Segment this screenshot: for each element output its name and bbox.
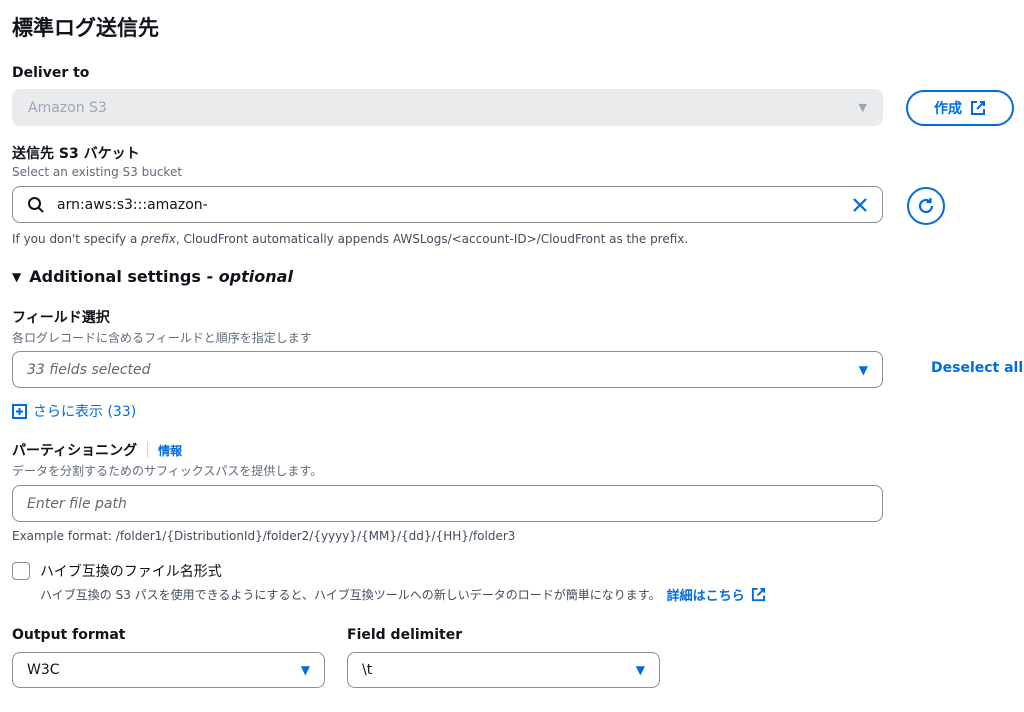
partition-label: パーティショニング bbox=[12, 443, 138, 459]
learn-more-link[interactable]: 詳細はこちら bbox=[667, 585, 745, 604]
caret-down-icon: ▼ bbox=[858, 101, 867, 114]
clear-icon[interactable] bbox=[852, 197, 868, 213]
hive-label: ハイブ互換のファイル名形式 bbox=[40, 564, 222, 580]
divider bbox=[147, 442, 149, 458]
field-delimiter-label: Field delimiter bbox=[347, 627, 463, 643]
bucket-search-input[interactable]: arn:aws:s3:::amazon- bbox=[12, 186, 883, 223]
caret-down-icon: ▼ bbox=[635, 663, 645, 677]
expand-plus-icon bbox=[12, 403, 27, 419]
external-link-icon bbox=[971, 101, 985, 115]
partition-description: データを分割するためのサフィックスパスを提供します。 bbox=[12, 464, 323, 478]
field-delimiter-select[interactable]: \t ▼ bbox=[347, 652, 660, 688]
deliver-to-select: Amazon S3 ▼ bbox=[12, 89, 883, 126]
deliver-to-label: Deliver to bbox=[12, 65, 90, 81]
hive-description-row: ハイブ互換の S3 パスを使用できるようにすると、ハイブ互換ツールへの新しいデー… bbox=[40, 585, 766, 604]
bucket-label: 送信先 S3 バケット bbox=[12, 146, 140, 162]
deselect-all-button[interactable]: Deselect all bbox=[931, 360, 1023, 376]
fields-multiselect[interactable]: 33 fields selected ▼ bbox=[12, 351, 883, 388]
show-more-label: さらに表示 (33) bbox=[33, 404, 137, 420]
info-link[interactable]: 情報 bbox=[158, 442, 182, 459]
refresh-icon bbox=[918, 198, 934, 214]
fields-description: 各ログレコードに含めるフィールドと順序を指定します bbox=[12, 331, 312, 345]
output-format-label: Output format bbox=[12, 627, 126, 643]
search-icon bbox=[28, 196, 44, 213]
create-button[interactable]: 作成 bbox=[906, 90, 1014, 126]
caret-down-icon: ▼ bbox=[858, 362, 868, 377]
additional-settings-expander[interactable]: ▼ Additional settings - optional bbox=[12, 267, 293, 286]
deliver-to-value: Amazon S3 bbox=[28, 99, 107, 116]
bucket-description: Select an existing S3 bucket bbox=[12, 165, 183, 179]
show-more-link[interactable]: さらに表示 (33) bbox=[12, 401, 136, 421]
bucket-input-value: arn:aws:s3:::amazon- bbox=[57, 196, 208, 213]
caret-down-icon: ▼ bbox=[12, 269, 22, 284]
external-link-icon[interactable] bbox=[751, 587, 766, 602]
refresh-button[interactable] bbox=[907, 187, 945, 225]
fields-label: フィールド選択 bbox=[12, 310, 110, 326]
file-path-input[interactable]: Enter file path bbox=[12, 485, 883, 522]
caret-down-icon: ▼ bbox=[300, 663, 310, 677]
file-path-placeholder: Enter file path bbox=[27, 495, 127, 512]
partition-example: Example format: /folder1/{DistributionId… bbox=[12, 529, 516, 543]
hive-checkbox[interactable] bbox=[12, 562, 30, 580]
hive-description: ハイブ互換の S3 パスを使用できるようにすると、ハイブ互換ツールへの新しいデー… bbox=[40, 588, 661, 602]
fields-selected-text: 33 fields selected bbox=[27, 361, 151, 378]
bucket-hint: If you don't specify a prefix, CloudFron… bbox=[12, 232, 689, 246]
section-title: 標準ログ送信先 bbox=[12, 16, 159, 40]
field-delimiter-value: \t bbox=[362, 662, 373, 678]
output-format-value: W3C bbox=[27, 662, 60, 678]
partition-header: パーティショニング 情報 bbox=[12, 440, 182, 460]
create-button-label: 作成 bbox=[934, 101, 962, 117]
output-format-select[interactable]: W3C ▼ bbox=[12, 652, 325, 688]
